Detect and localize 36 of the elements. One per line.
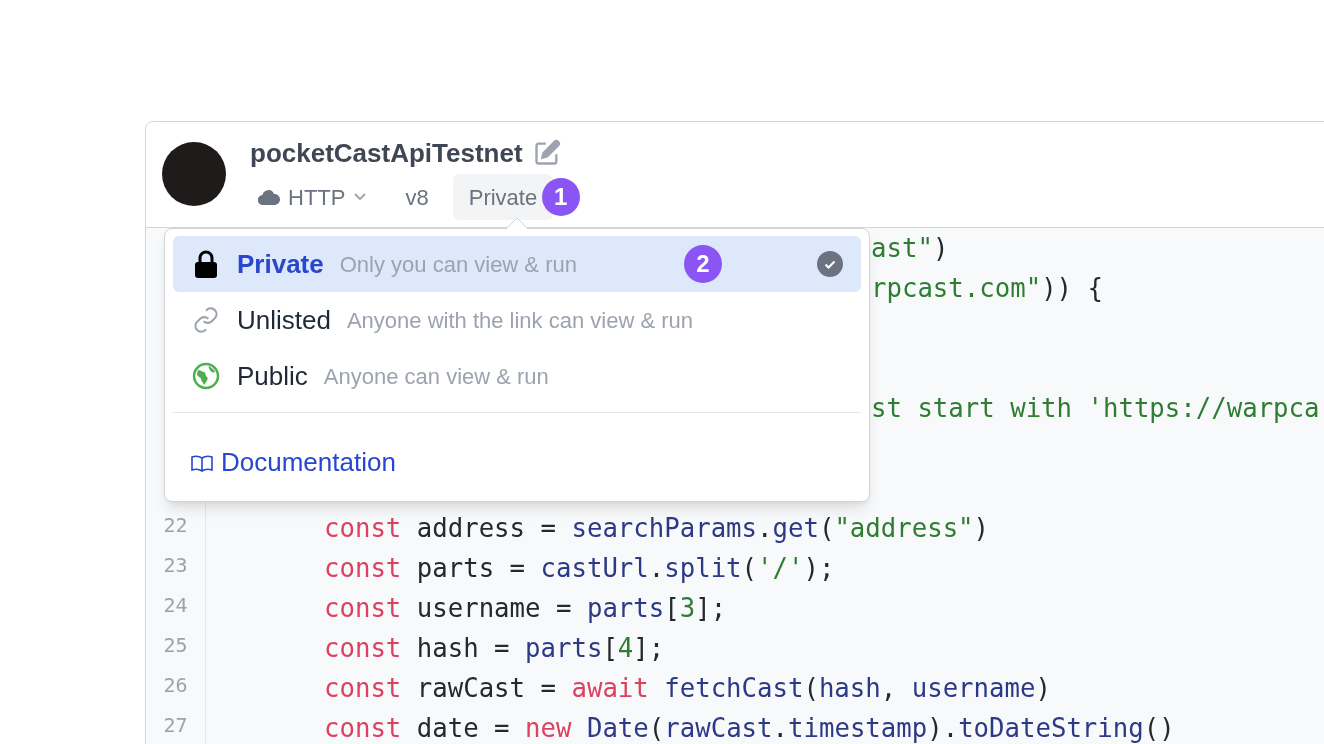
cloud-icon — [258, 189, 280, 205]
code-line: const hash = parts[4]; — [324, 631, 665, 665]
book-icon — [191, 453, 213, 472]
code-line: const address = searchParams.get("address") — [324, 511, 990, 545]
check-circle-icon — [817, 251, 843, 277]
chevron-down-icon — [353, 192, 368, 202]
code-line: const username = parts[3]; — [324, 591, 727, 625]
option-description: Only you can view & run — [339, 250, 577, 279]
privacy-option[interactable]: Private Only you can view & run 2 — [173, 236, 861, 292]
code-line: rpcast.com")) { — [871, 271, 1103, 305]
link-icon — [192, 306, 220, 334]
code-line: const rawCast = await fetchCast(hash, username) — [324, 671, 1051, 705]
version-label[interactable]: v8 — [405, 180, 429, 214]
line-number: 24 — [163, 592, 188, 619]
line-number: 22 — [163, 512, 188, 539]
option-label: Private — [237, 247, 324, 281]
edit-icon[interactable] — [532, 139, 561, 167]
option-label: Unlisted — [237, 303, 331, 337]
privacy-button[interactable]: Private — [452, 174, 554, 220]
option-label: Public — [237, 359, 308, 393]
option-description: Anyone can view & run — [323, 362, 549, 391]
type-dropdown[interactable]: HTTP — [250, 180, 376, 214]
code-line: st start with 'https://warpca — [871, 391, 1320, 425]
code-line: ast") — [871, 231, 949, 265]
code-line: const date = new Date(rawCast.timestamp).toDateString() — [324, 711, 1175, 744]
line-number: 27 — [163, 712, 188, 739]
step-badge: 2 — [684, 245, 722, 283]
line-number: 25 — [163, 632, 188, 659]
lock-icon — [194, 250, 218, 278]
option-description: Anyone with the link can view & run — [346, 306, 693, 335]
project-title: pocketCastApiTestnet — [250, 136, 523, 170]
globe-icon — [192, 362, 220, 390]
line-number: 23 — [163, 552, 188, 579]
code-line: const parts = castUrl.split('/'); — [324, 551, 835, 585]
line-number: 26 — [163, 672, 188, 699]
documentation-link[interactable]: Documentation — [191, 443, 861, 482]
